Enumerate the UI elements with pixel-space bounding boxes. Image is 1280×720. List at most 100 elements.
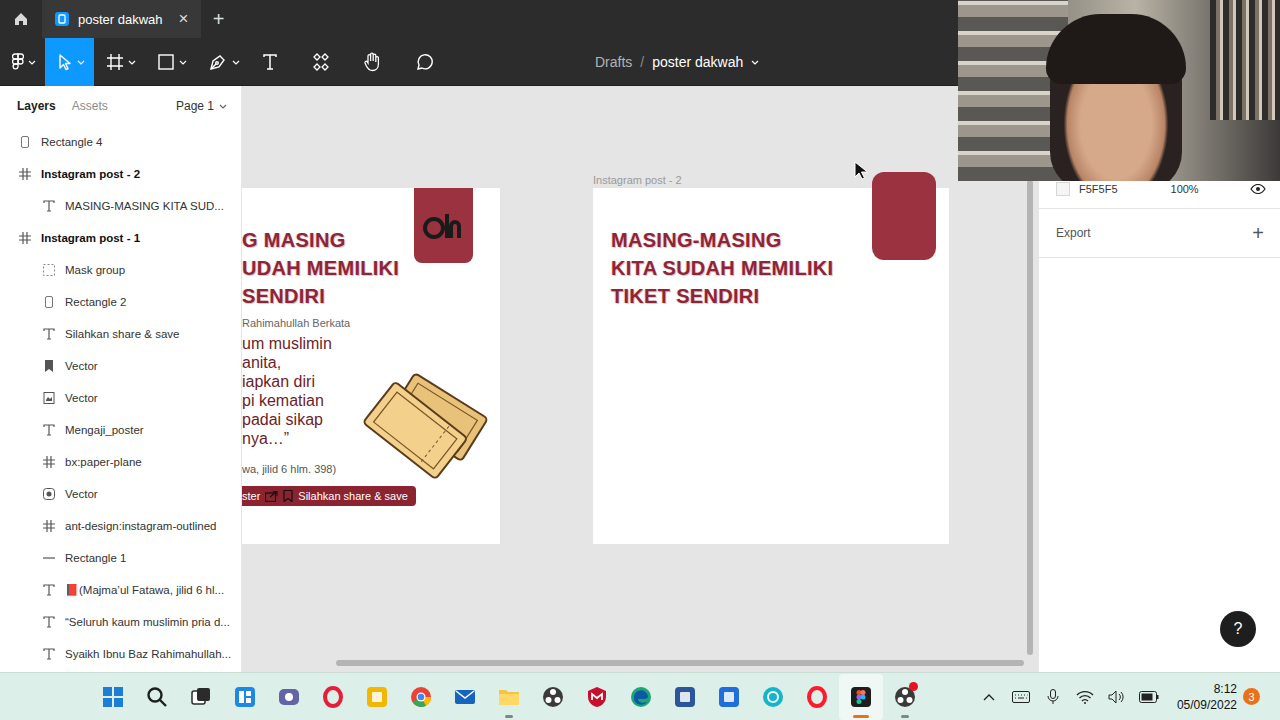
frame-icon <box>18 167 32 181</box>
layer-row[interactable]: Mask group <box>0 254 241 286</box>
dropdown-caret-icon[interactable] <box>77 60 85 65</box>
taskbar-app[interactable] <box>399 674 443 720</box>
taskbar-app[interactable] <box>575 674 619 720</box>
taskbar-app[interactable] <box>355 674 399 720</box>
file-tab[interactable]: poster dakwah× <box>42 0 201 38</box>
layer-row[interactable]: Mengaji_poster <box>0 414 241 446</box>
rectangle-shape[interactable] <box>872 172 936 260</box>
taskbar-app[interactable] <box>751 674 795 720</box>
horizontal-scrollbar[interactable] <box>336 660 1024 666</box>
layer-name: Instagram post - 1 <box>41 232 140 244</box>
app-icon <box>630 686 652 708</box>
instagram-post-frame[interactable]: G MASINGUDAH MEMILIKISENDIRIRahimahullah… <box>242 188 500 544</box>
layer-row[interactable]: “Seluruh kaum muslimin pria d... <box>0 606 241 638</box>
pen-icon <box>208 52 228 72</box>
layer-name: Vector <box>65 392 98 404</box>
tool-button[interactable] <box>196 38 249 86</box>
layer-row[interactable]: Vector <box>0 350 241 382</box>
panel-tab[interactable]: Assets <box>72 99 108 113</box>
dropdown-caret-icon[interactable] <box>232 60 240 65</box>
footer-text: Silahkan share & save <box>298 490 407 502</box>
eye-icon[interactable] <box>1250 184 1266 194</box>
page-selector[interactable]: Page 1 <box>176 99 227 113</box>
fill-opacity[interactable]: 100% <box>1171 183 1199 195</box>
fill-hex[interactable]: F5F5F5 <box>1079 183 1118 195</box>
taskbar-app[interactable] <box>443 674 487 720</box>
taskbar-app[interactable] <box>795 674 839 720</box>
layer-row[interactable]: Rectangle 2 <box>0 286 241 318</box>
layer-row[interactable]: Rectangle 4 <box>0 126 241 158</box>
tray-item[interactable] <box>1101 690 1133 704</box>
taskbar-app[interactable] <box>487 674 531 720</box>
taskbar-app[interactable] <box>179 674 223 720</box>
export-label: Export <box>1056 226 1091 240</box>
app-icon <box>322 686 344 708</box>
frame-label[interactable]: Instagram post - 2 <box>593 174 682 186</box>
layer-row[interactable]: MASING-MASING KITA SUD... <box>0 190 241 222</box>
tray-item[interactable] <box>1133 691 1165 703</box>
layer-row[interactable]: 📕(Majma’ul Fatawa, jilid 6 hl... <box>0 574 241 606</box>
taskbar-app[interactable] <box>223 674 267 720</box>
tool-button[interactable] <box>351 38 402 86</box>
layer-row[interactable]: Syaikh Ibnu Baz Rahimahullah... <box>0 638 241 670</box>
breadcrumb-parent[interactable]: Drafts <box>595 54 632 70</box>
tool-button[interactable] <box>300 38 351 86</box>
tray-item[interactable] <box>1005 691 1037 703</box>
taskbar-app[interactable] <box>663 674 707 720</box>
layer-row[interactable]: Vector <box>0 382 241 414</box>
tool-button[interactable] <box>145 38 196 86</box>
add-export-button[interactable]: + <box>1252 222 1264 245</box>
tab-close-button[interactable]: × <box>171 9 189 29</box>
app-icon <box>454 686 476 708</box>
taskbar-app[interactable] <box>531 674 575 720</box>
layer-row[interactable]: Instagram post - 1 <box>0 222 241 254</box>
home-button[interactable] <box>0 0 42 38</box>
notification-badge[interactable]: 3 <box>1243 688 1260 705</box>
layer-row[interactable]: ant-design:instagram-outlined <box>0 510 241 542</box>
mask-icon <box>42 263 56 277</box>
layer-name: Mengaji_poster <box>65 424 144 436</box>
taskbar-app[interactable] <box>91 674 135 720</box>
help-button[interactable]: ? <box>1220 611 1256 647</box>
tool-button[interactable] <box>0 38 45 86</box>
color-swatch[interactable] <box>1056 182 1070 196</box>
taskbar-app[interactable] <box>311 674 355 720</box>
tool-button[interactable] <box>402 38 455 86</box>
dropdown-caret-icon[interactable] <box>28 60 36 65</box>
canvas[interactable]: G MASINGUDAH MEMILIKISENDIRIRahimahullah… <box>242 86 1038 672</box>
dropdown-caret-icon[interactable] <box>179 60 187 65</box>
tool-button[interactable] <box>249 38 300 86</box>
layer-name: Silahkan share & save <box>65 328 179 340</box>
tool-button[interactable] <box>94 38 145 86</box>
tool-button[interactable] <box>45 38 94 86</box>
layer-row[interactable]: Instagram post - 2 <box>0 158 241 190</box>
file-name[interactable]: poster dakwah <box>652 54 743 70</box>
layer-row[interactable]: Vector <box>0 478 241 510</box>
running-indicator <box>505 715 513 718</box>
layer-row[interactable]: Silahkan share & save <box>0 318 241 350</box>
layers-header: Layers Assets Page 1 <box>0 86 241 126</box>
app-icon <box>674 686 696 708</box>
tray-item[interactable] <box>973 693 1005 701</box>
panel-tab[interactable]: Layers <box>17 99 56 113</box>
text-icon <box>42 423 56 437</box>
text-icon <box>42 615 56 629</box>
clock[interactable]: 8:1205/09/2022 <box>1165 681 1243 713</box>
vertical-scrollbar[interactable] <box>1027 180 1033 655</box>
chevron-down-icon[interactable] <box>751 60 759 65</box>
dropdown-caret-icon[interactable] <box>128 60 136 65</box>
app-icon <box>718 686 740 708</box>
tray-item[interactable] <box>1037 689 1069 705</box>
taskbar-app[interactable] <box>883 674 927 720</box>
taskbar-app[interactable] <box>707 674 751 720</box>
tray-item[interactable] <box>1069 690 1101 704</box>
breadcrumb: Drafts/poster dakwah <box>595 54 759 70</box>
taskbar-app[interactable] <box>135 674 179 720</box>
layer-row[interactable]: bx:paper-plane <box>0 446 241 478</box>
taskbar-app[interactable] <box>619 674 663 720</box>
taskbar-app[interactable] <box>839 674 883 720</box>
taskbar-app[interactable] <box>267 674 311 720</box>
app-icon <box>586 686 608 708</box>
layer-row[interactable]: Rectangle 1 <box>0 542 241 574</box>
new-tab-button[interactable]: + <box>201 0 237 38</box>
